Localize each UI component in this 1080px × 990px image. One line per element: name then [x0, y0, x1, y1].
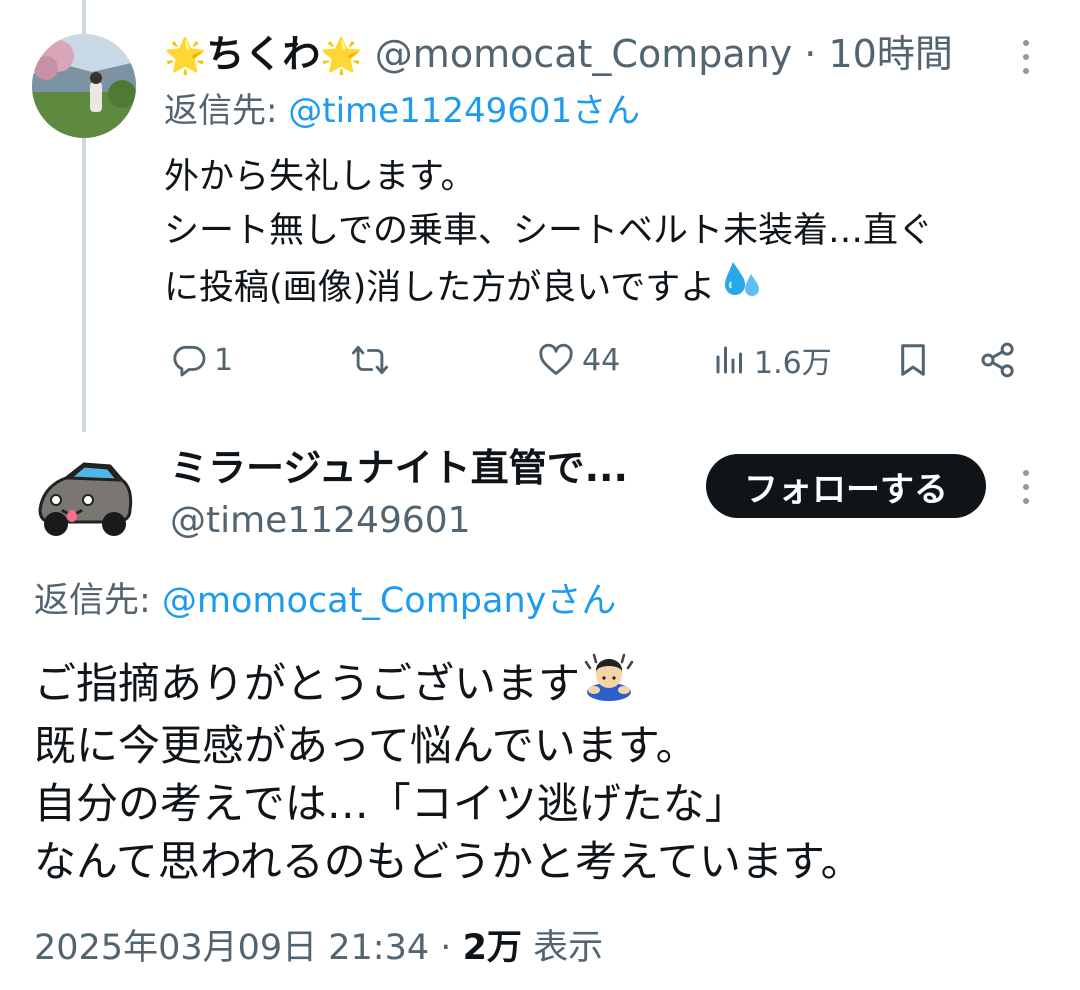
tweet-text: 外から失礼します。 シート無しでの乗車、シートベルト未装着…直ぐ に投稿(画像)… [164, 150, 933, 318]
like-button[interactable]: 44 [536, 332, 620, 388]
like-count: 44 [582, 342, 621, 378]
reply-button[interactable]: 1 [170, 332, 233, 388]
timestamp[interactable]: 10時間 [828, 32, 952, 76]
sparkle-icon: 🌟 [320, 36, 363, 76]
reply-count: 1 [214, 342, 234, 378]
more-icon[interactable] [1020, 470, 1032, 504]
reply-prefix: 返信先: [164, 91, 289, 131]
user-handle[interactable]: @momocat_Company [375, 32, 792, 76]
view-count: 1.6万 [754, 346, 832, 381]
display-name[interactable]: ちくわ [206, 32, 320, 76]
reply-to-link[interactable]: @time11249601さん [288, 91, 640, 131]
retweet-icon [351, 345, 389, 375]
tweet-header: 🌟ちくわ🌟 @momocat_Company · 10時間 [164, 30, 953, 80]
reply-context: 返信先: @momocat_Companyさん [34, 578, 616, 624]
views-label: 表示 [533, 928, 604, 968]
tweet-text-line: シート無しでの乗車、シートベルト未装着…直ぐ [164, 211, 933, 251]
reply-context: 返信先: @time11249601さん [164, 88, 640, 134]
follow-button[interactable]: フォローする [706, 454, 986, 518]
tweet-text: ご指摘ありがとうございます 既に今更感があって悩んでいます。 自分の考えでは…「… [34, 650, 863, 891]
view-count: 2万 [462, 928, 522, 968]
reply-to-link[interactable]: @momocat_Companyさん [162, 581, 616, 621]
avatar[interactable] [32, 34, 136, 138]
more-icon[interactable] [1020, 40, 1032, 74]
bookmark-icon [901, 344, 925, 376]
bookmark-button[interactable] [894, 332, 932, 388]
tweet-text-line: 外から失礼します。 [164, 157, 476, 197]
reply-icon [173, 345, 206, 377]
views-button[interactable]: 1.6万 [712, 332, 832, 388]
separator: · [440, 928, 452, 968]
like-icon [539, 343, 573, 375]
sweat-droplets-icon [719, 258, 763, 318]
tweet-actions: 1 44 1.6万 [164, 332, 1044, 388]
user-handle[interactable]: @time11249601 [170, 498, 471, 544]
tweet-text-line: なんて思われるのもどうかと考えています。 [34, 837, 863, 886]
sparkle-icon: 🌟 [164, 36, 207, 76]
separator: · [804, 32, 817, 76]
tweet-meta: 2025年03月09日 21:34 · 2万 表示 [34, 925, 603, 971]
views-icon [716, 346, 742, 374]
share-button[interactable] [978, 332, 1018, 388]
avatar[interactable] [32, 448, 136, 552]
share-icon [981, 342, 1014, 378]
display-name[interactable]: ミラージュナイト直管で... [170, 444, 628, 492]
reply-prefix: 返信先: [34, 581, 162, 621]
tweet-text-line: ご指摘ありがとうございます [34, 658, 581, 708]
tweet-text-line: 自分の考えでは…「コイツ逃げたな」 [34, 779, 747, 828]
retweet-button[interactable] [350, 332, 396, 388]
bowing-person-icon [582, 650, 636, 717]
post-timestamp[interactable]: 2025年03月09日 21:34 [34, 928, 429, 968]
tweet-text-line: 既に今更感があって悩んでいます。 [34, 721, 698, 770]
tweet-text-line: に投稿(画像)消した方が良いですよ [164, 268, 716, 308]
